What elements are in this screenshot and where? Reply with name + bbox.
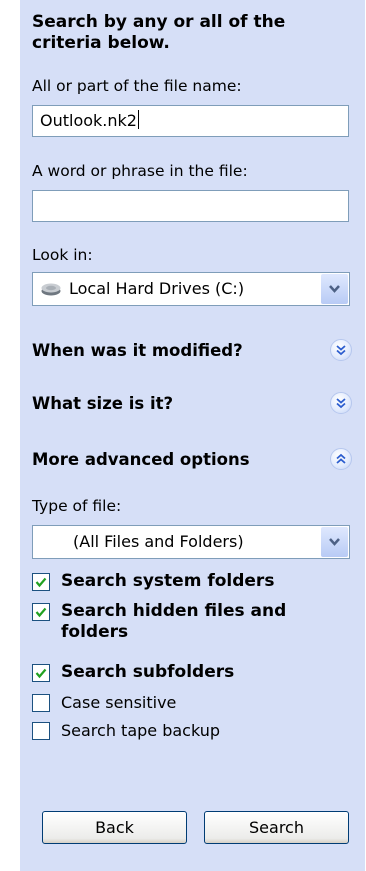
- look-in-dropdown[interactable]: Local Hard Drives (C:): [32, 272, 350, 306]
- section-title: What size is it?: [32, 394, 174, 413]
- file-type-dropdown-button[interactable]: [321, 527, 348, 557]
- file-type-value: (All Files and Folders): [73, 532, 244, 551]
- chevron-down-icon: [329, 538, 340, 546]
- checkbox-label: Search hidden files and folders: [61, 601, 287, 642]
- section-advanced-options[interactable]: More advanced options: [32, 445, 352, 475]
- checkbox[interactable]: [32, 603, 50, 621]
- expand-icon[interactable]: [330, 339, 352, 361]
- search-panel: Search by any or all of the criteria bel…: [20, 0, 365, 871]
- checkbox-label: Search subfolders: [61, 662, 235, 682]
- panel-heading: Search by any or all of the criteria bel…: [32, 12, 286, 53]
- checkbox[interactable]: [32, 722, 50, 740]
- section-title: When was it modified?: [32, 341, 243, 360]
- phrase-input[interactable]: [32, 190, 349, 222]
- file-type-dropdown[interactable]: (All Files and Folders): [32, 525, 350, 559]
- search-button[interactable]: Search: [204, 811, 349, 844]
- section-when-modified[interactable]: When was it modified?: [32, 336, 352, 366]
- checkbox-label: Case sensitive: [61, 693, 177, 712]
- hard-drive-icon: [41, 283, 61, 296]
- look-in-dropdown-button[interactable]: [321, 274, 348, 304]
- file-name-input[interactable]: Outlook.nk2: [32, 105, 349, 137]
- back-button[interactable]: Back: [42, 811, 187, 844]
- checkbox-label: Search system folders: [61, 571, 275, 591]
- section-title: More advanced options: [32, 450, 250, 469]
- checkmark-icon: [35, 668, 47, 679]
- phrase-label: A word or phrase in the file:: [32, 162, 248, 180]
- checkbox-label: Search tape backup: [61, 721, 221, 740]
- checkmark-icon: [35, 577, 47, 588]
- text-caret: [137, 110, 139, 129]
- file-name-label: All or part of the file name:: [32, 77, 242, 95]
- chevron-down-icon: [329, 285, 340, 293]
- collapse-icon[interactable]: [330, 448, 352, 470]
- expand-icon[interactable]: [330, 392, 352, 414]
- checkbox[interactable]: [32, 664, 50, 682]
- look-in-label: Look in:: [32, 246, 93, 264]
- checkmark-icon: [35, 607, 47, 618]
- checkbox[interactable]: [32, 573, 50, 591]
- section-size[interactable]: What size is it?: [32, 389, 352, 419]
- look-in-value: Local Hard Drives (C:): [69, 279, 245, 298]
- file-name-value: Outlook.nk2: [40, 111, 137, 130]
- file-type-label: Type of file:: [32, 497, 122, 515]
- checkbox[interactable]: [32, 694, 50, 712]
